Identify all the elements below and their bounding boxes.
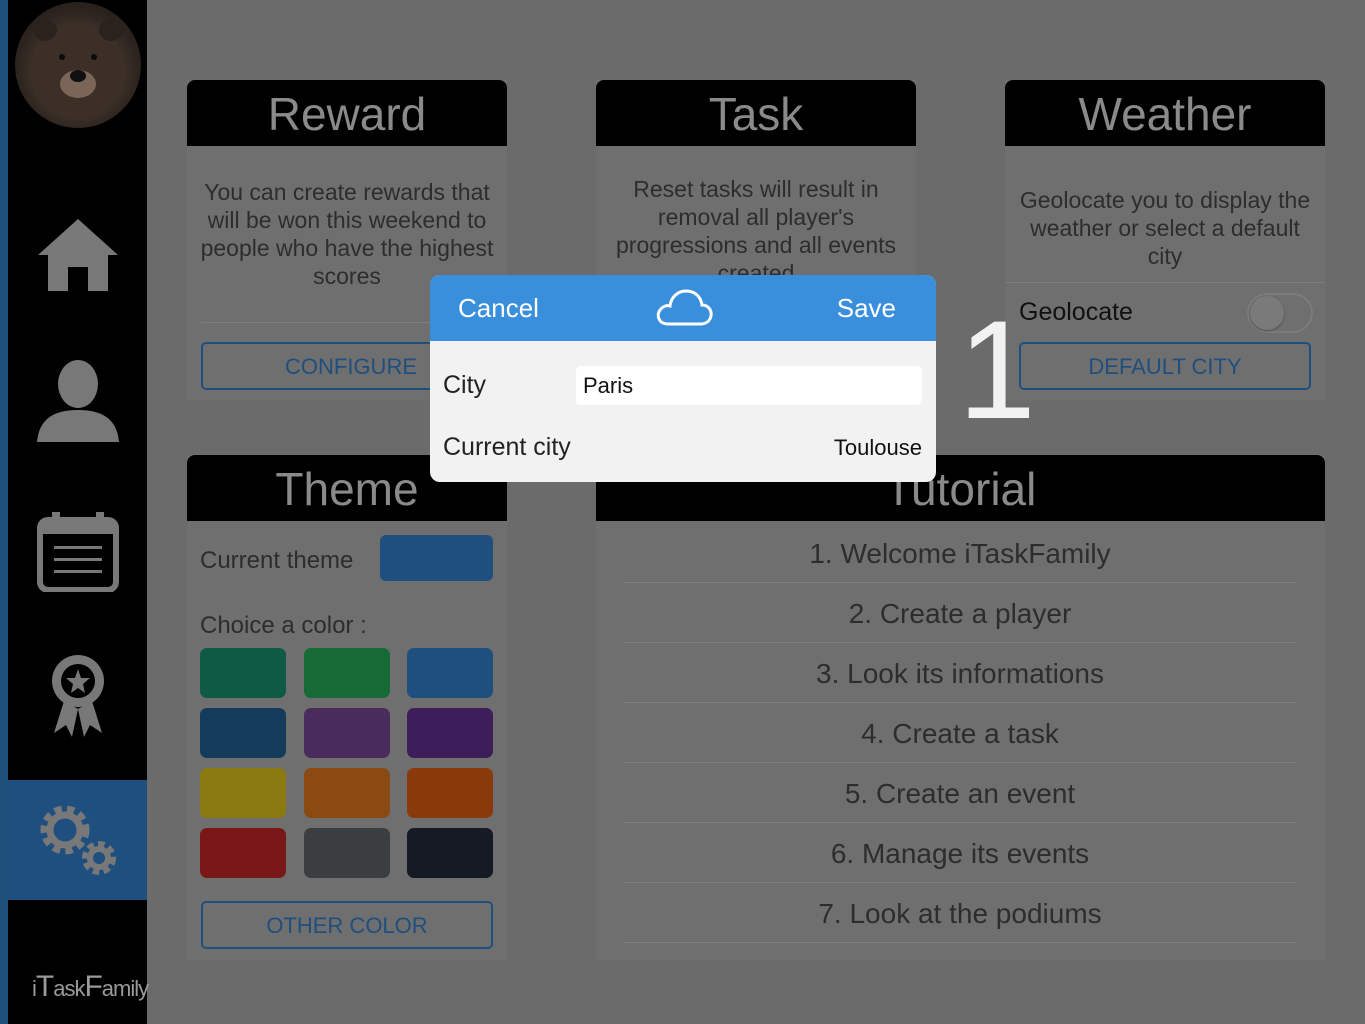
other-color-button[interactable]: OTHER COLOR [201, 901, 493, 949]
dialog-header: Cancel Save [430, 275, 936, 341]
tutorial-item[interactable]: 5. Create an event [624, 763, 1296, 823]
user-icon [36, 360, 119, 442]
divider [1005, 282, 1325, 283]
city-label: City [443, 371, 487, 399]
tutorial-item[interactable]: 3. Look its informations [624, 643, 1296, 703]
color-swatch[interactable] [304, 768, 390, 818]
settings-gear-icon [40, 805, 116, 875]
color-swatch[interactable] [407, 828, 493, 878]
color-swatch[interactable] [407, 648, 493, 698]
city-input[interactable] [576, 366, 922, 405]
sidebar: iTaskFamily [8, 0, 149, 1024]
color-swatch[interactable] [304, 708, 390, 758]
color-swatch[interactable] [407, 708, 493, 758]
tutorial-item[interactable]: 1. Welcome iTaskFamily [624, 523, 1296, 583]
toggle-knob [1250, 296, 1284, 330]
current-theme-swatch [380, 535, 493, 581]
task-description: Reset tasks will result in removal all p… [616, 176, 896, 275]
tutorial-item[interactable]: 7. Look at the podiums [624, 883, 1296, 943]
reward-description: You can create rewards that will be won … [200, 179, 494, 289]
city-dialog: Cancel Save City Current city Toulouse [430, 275, 936, 482]
tutorial-item[interactable]: 6. Manage its events [624, 823, 1296, 883]
geolocate-toggle[interactable] [1247, 293, 1313, 333]
tutorial-card: Tutorial 1. Welcome iTaskFamily 2. Creat… [596, 455, 1325, 960]
color-swatch[interactable] [200, 768, 286, 818]
weather-card: Weather Geolocate you to display the wea… [1005, 80, 1325, 400]
tutorial-item[interactable]: 2. Create a player [624, 583, 1296, 643]
sidebar-edge [0, 0, 8, 1024]
color-swatch[interactable] [304, 648, 390, 698]
current-city-label: Current city [443, 433, 571, 461]
home-icon [37, 219, 118, 291]
geolocate-label: Geolocate [1019, 298, 1133, 326]
cancel-button[interactable]: Cancel [458, 275, 539, 341]
task-title: Task [596, 80, 916, 146]
color-swatch[interactable] [407, 768, 493, 818]
save-button[interactable]: Save [837, 275, 896, 341]
sidebar-item-calendar[interactable] [8, 500, 147, 600]
choice-color-label: Choice a color : [200, 612, 367, 639]
weather-title: Weather [1005, 80, 1325, 146]
calendar-icon [36, 512, 119, 592]
cloud-icon [656, 289, 713, 326]
brand-logo: iTaskFamily [32, 970, 149, 1003]
award-icon [51, 655, 104, 737]
theme-card: Theme Current theme Choice a color : OTH… [187, 455, 507, 960]
tutorial-item[interactable]: 4. Create a task [624, 703, 1296, 763]
page-indicator-number: 1 [958, 291, 1036, 448]
sidebar-item-home[interactable] [8, 205, 147, 305]
weather-description: Geolocate you to display the weather or … [1019, 187, 1311, 269]
current-theme-label: Current theme [200, 547, 354, 574]
color-swatch[interactable] [200, 828, 286, 878]
default-city-button[interactable]: DEFAULT CITY [1019, 342, 1311, 390]
sidebar-item-players[interactable] [8, 350, 147, 450]
color-swatch[interactable] [200, 648, 286, 698]
reward-title: Reward [187, 80, 507, 146]
sidebar-item-settings[interactable] [8, 780, 147, 900]
color-swatch[interactable] [304, 828, 390, 878]
sidebar-item-rewards[interactable] [8, 645, 147, 745]
current-city-value: Toulouse [833, 435, 922, 460]
color-swatch[interactable] [200, 708, 286, 758]
avatar[interactable] [15, 2, 141, 128]
